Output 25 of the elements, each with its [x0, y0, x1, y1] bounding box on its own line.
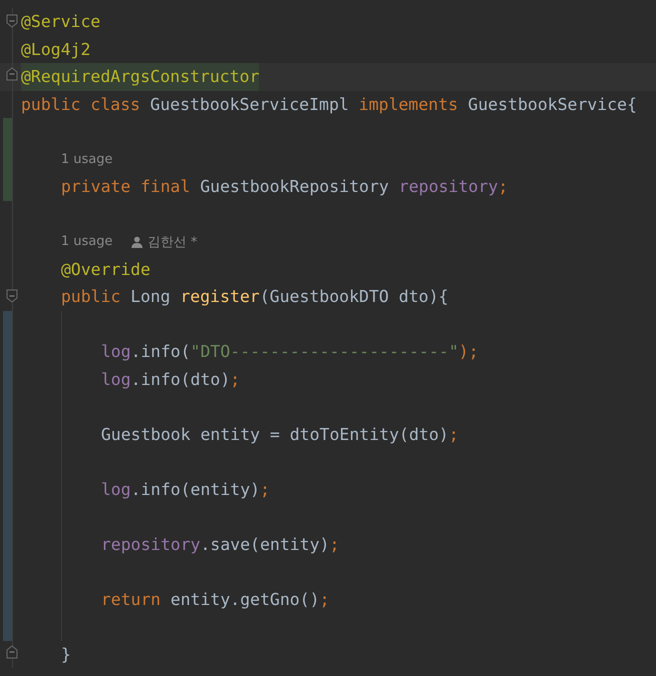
usage-hint[interactable]: 1 usage [61, 234, 113, 250]
code-line: public class GuestbookServiceImpl implements GuestbookService{ [21, 94, 637, 116]
fold-icon[interactable] [6, 14, 18, 28]
change-marker[interactable] [3, 118, 12, 146]
code-line: Guestbook entity = dtoToEntity(dto); [101, 424, 459, 446]
code-line: repository.save(entity); [101, 534, 340, 556]
change-marker[interactable] [3, 173, 12, 200]
fold-icon[interactable] [6, 67, 18, 81]
code-line: return entity.getGno(); [101, 588, 330, 610]
change-marker[interactable] [3, 310, 12, 338]
code-line: @Service [21, 11, 100, 33]
usage-hint[interactable]: 1 usage [61, 152, 113, 167]
code-line: log.info(dto); [101, 368, 240, 390]
fold-icon[interactable] [6, 644, 18, 658]
code-line: private final GuestbookRepository repository; [61, 176, 508, 198]
code-line: log.info("DTO----------------------"); [101, 341, 479, 363]
code-line: } [61, 644, 71, 666]
author-hint[interactable]: 김한선 * [148, 232, 198, 251]
code-line: public Long register(GuestbookDTO dto){ [61, 286, 448, 308]
person-icon [130, 236, 143, 248]
code-line: @Log4j2 [21, 38, 91, 60]
change-marker[interactable] [3, 613, 12, 640]
code-line: @Override [61, 258, 150, 280]
fold-icon[interactable] [6, 289, 18, 303]
code-line: log.info(entity); [101, 478, 270, 500]
